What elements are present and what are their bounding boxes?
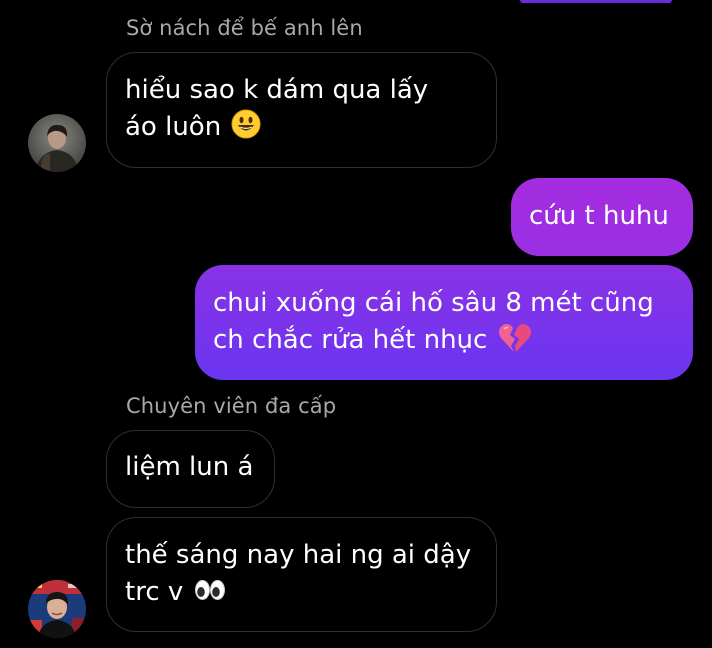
message-text-line: hiểu sao k dám qua lấy (125, 75, 429, 105)
message-text-line-with-emoji: áo luôn (125, 109, 478, 146)
message-text-line: thế sáng nay hai ng ai dậy (125, 540, 472, 570)
incoming-message-bubble[interactable]: liệm lun á (106, 430, 275, 508)
chat-thread: Sờ nách để bế anh lên hiểu sao k dám qua… (0, 0, 712, 648)
avatar-photo (28, 580, 86, 638)
outgoing-message-bubble[interactable]: cứu t huhu (511, 178, 693, 256)
avatar[interactable] (28, 580, 86, 638)
outgoing-message-bubble[interactable]: chui xuống cái hố sâu 8 mét cũng ch chắc… (195, 265, 693, 380)
broken-heart-icon (498, 324, 531, 352)
message-text: liệm lun á (125, 452, 254, 482)
incoming-message-bubble[interactable]: thế sáng nay hai ng ai dậy trc v (106, 517, 497, 632)
message-text: cứu t huhu (529, 201, 669, 231)
grinning-face-icon (231, 109, 261, 139)
previous-message-edge (520, 0, 672, 3)
eyes-icon (194, 580, 225, 600)
sender-name: Sờ nách để bế anh lên (126, 16, 363, 40)
incoming-message-bubble[interactable]: hiểu sao k dám qua lấy áo luôn (106, 52, 497, 168)
message-text-line: chui xuống cái hố sâu 8 mét cũng (213, 288, 654, 318)
message-text-line-with-emoji: trc v (125, 574, 478, 611)
message-text: áo luôn (125, 112, 222, 142)
message-text-line-with-emoji: ch chắc rửa hết nhục (213, 322, 675, 359)
message-text: trc v (125, 577, 184, 607)
sender-name: Chuyên viên đa cấp (126, 394, 337, 418)
avatar-photo (28, 114, 86, 172)
avatar[interactable] (28, 114, 86, 172)
message-text: ch chắc rửa hết nhục (213, 325, 488, 355)
